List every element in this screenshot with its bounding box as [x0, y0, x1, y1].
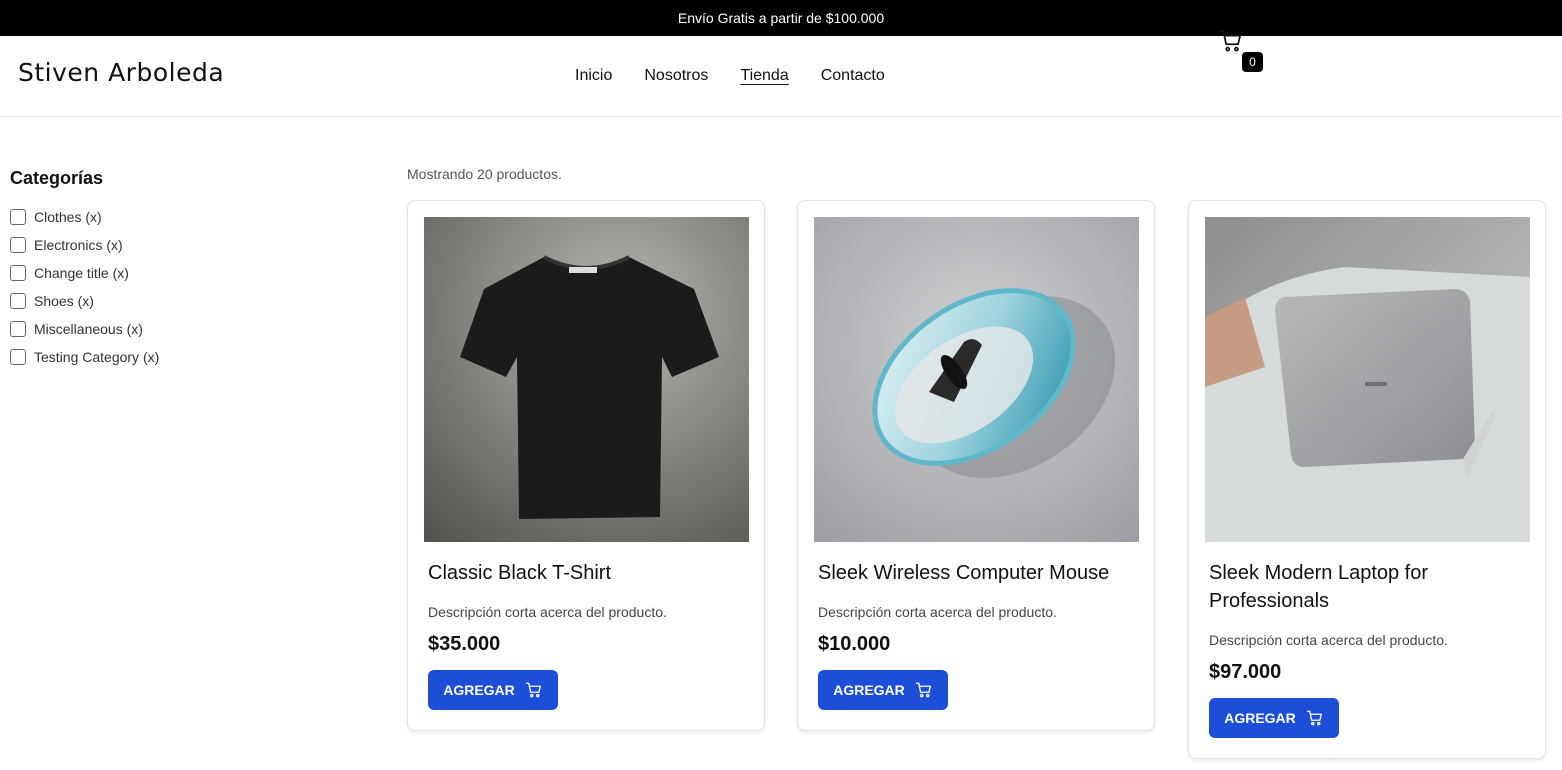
- product-price: $97.000: [1209, 661, 1282, 683]
- category-label: Miscellaneous (x): [34, 321, 143, 337]
- category-item-miscellaneous[interactable]: Miscellaneous (x): [10, 315, 310, 343]
- nav-link-inicio[interactable]: Inicio: [575, 67, 612, 85]
- announcement-text: Envío Gratis a partir de $100.000: [677, 10, 885, 26]
- product-card: Sleek Wireless Computer Mouse Descripció…: [797, 200, 1155, 731]
- brand-logo-text: Stiven Arboleda: [18, 58, 225, 87]
- add-to-cart-label: AGREGAR: [443, 682, 515, 698]
- product-title[interactable]: Classic Black T-Shirt: [428, 559, 748, 587]
- sidebar-title: Categorías: [10, 168, 104, 188]
- add-to-cart-button[interactable]: AGREGAR: [818, 670, 948, 710]
- product-description: Descripción corta acerca del producto.: [1209, 632, 1448, 648]
- category-label: Change title (x): [34, 265, 129, 281]
- product-price: $35.000: [428, 633, 501, 655]
- category-checkbox[interactable]: [10, 237, 26, 253]
- category-label: Electronics (x): [34, 237, 123, 253]
- nav-link-nosotros[interactable]: Nosotros: [644, 67, 708, 85]
- category-item-shoes[interactable]: Shoes (x): [10, 287, 310, 315]
- cart-icon[interactable]: [1218, 28, 1244, 54]
- product-image-wireless-mouse[interactable]: [814, 217, 1139, 542]
- announcement-bar: Envío Gratis a partir de $100.000: [0, 0, 1562, 36]
- cart-icon: [1306, 710, 1322, 726]
- category-checkbox[interactable]: [10, 321, 26, 337]
- product-description: Descripción corta acerca del producto.: [428, 604, 667, 620]
- cart-icon: [915, 682, 931, 698]
- category-checkbox[interactable]: [10, 293, 26, 309]
- main-nav: Inicio Nosotros Tienda Contacto: [575, 67, 885, 85]
- product-description: Descripción corta acerca del producto.: [818, 604, 1057, 620]
- product-image-laptop[interactable]: [1205, 217, 1530, 542]
- nav-link-tienda[interactable]: Tienda: [740, 67, 788, 85]
- category-label: Clothes (x): [34, 209, 102, 225]
- category-checkbox[interactable]: [10, 349, 26, 365]
- cart-icon: [525, 682, 541, 698]
- cart-count-badge: 0: [1242, 52, 1263, 72]
- category-checkbox[interactable]: [10, 209, 26, 225]
- category-sidebar: Categorías Clothes (x) Electronics (x) C…: [10, 168, 310, 371]
- product-card: Sleek Modern Laptop for Professionals De…: [1188, 200, 1546, 759]
- category-checkbox[interactable]: [10, 265, 26, 281]
- nav-link-contacto[interactable]: Contacto: [821, 67, 885, 85]
- category-item-testing-category[interactable]: Testing Category (x): [10, 343, 310, 371]
- brand-logo[interactable]: Stiven Arboleda: [18, 58, 224, 87]
- category-item-electronics[interactable]: Electronics (x): [10, 231, 310, 259]
- add-to-cart-button[interactable]: AGREGAR: [428, 670, 558, 710]
- category-label: Shoes (x): [34, 293, 94, 309]
- category-item-change-title[interactable]: Change title (x): [10, 259, 310, 287]
- add-to-cart-button[interactable]: AGREGAR: [1209, 698, 1339, 738]
- product-card: Classic Black T-Shirt Descripción corta …: [407, 200, 765, 731]
- products-count: Mostrando 20 productos.: [407, 166, 562, 182]
- product-price: $10.000: [818, 633, 891, 655]
- add-to-cart-label: AGREGAR: [833, 682, 905, 698]
- category-label: Testing Category (x): [34, 349, 160, 365]
- product-title[interactable]: Sleek Modern Laptop for Professionals: [1209, 559, 1529, 615]
- product-title[interactable]: Sleek Wireless Computer Mouse: [818, 559, 1138, 587]
- category-item-clothes[interactable]: Clothes (x): [10, 203, 310, 231]
- add-to-cart-label: AGREGAR: [1224, 710, 1296, 726]
- product-image-black-tshirt[interactable]: [424, 217, 749, 542]
- site-header: Stiven Arboleda Inicio Nosotros Tienda C…: [0, 36, 1562, 117]
